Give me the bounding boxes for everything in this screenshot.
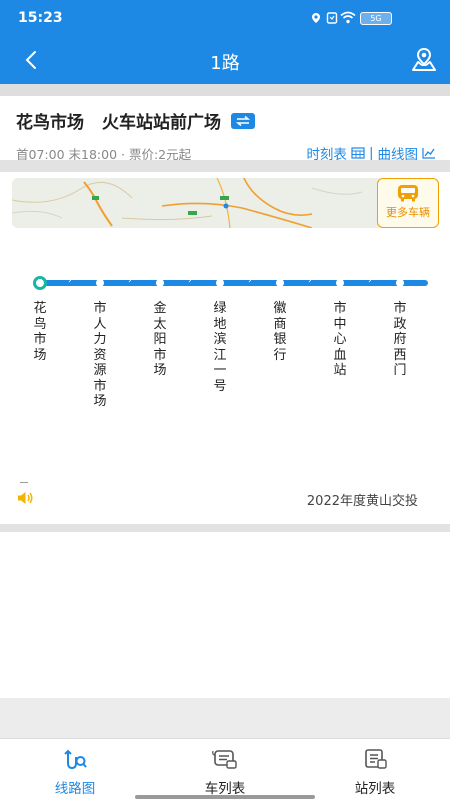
battery-icon: 5G xyxy=(360,12,392,25)
direction-chevron-icon: › xyxy=(248,276,252,286)
stop-name[interactable]: 绿地滨江一号 xyxy=(212,301,228,394)
more-vehicles-label: 更多车辆 xyxy=(386,206,430,219)
stop-name[interactable]: 市中心血站 xyxy=(332,301,348,379)
direction-chevron-icon: › xyxy=(128,276,132,286)
bottom-tab-bar: 线路图 车列表 站列表 xyxy=(0,738,450,800)
more-vehicles-button[interactable]: 更多车辆 xyxy=(377,178,439,228)
timetable-icon[interactable] xyxy=(351,147,365,159)
divider xyxy=(0,524,450,532)
route-endpoints: 花鸟市场 火车站站前广场 xyxy=(16,108,255,133)
direction-chevron-icon: › xyxy=(308,276,312,286)
route-to: 火车站站前广场 xyxy=(102,113,221,133)
stop-name[interactable]: 金太阳市场 xyxy=(152,301,168,379)
spacer xyxy=(0,698,450,738)
stop-marker[interactable] xyxy=(156,279,164,287)
status-bar: 15:23 5G xyxy=(0,0,450,36)
home-indicator xyxy=(135,795,315,799)
bus-list-icon xyxy=(212,750,237,769)
tab-station-list[interactable]: 站列表 xyxy=(300,747,450,797)
map-location-icon[interactable] xyxy=(410,46,438,74)
line-chart-icon[interactable] xyxy=(422,147,436,159)
stop-name[interactable]: 花鸟市场 xyxy=(32,301,48,363)
tab-label: 站列表 xyxy=(354,781,396,797)
stop-start-marker[interactable] xyxy=(33,276,47,290)
notice-text: 2022年度黄山交投 xyxy=(306,494,418,509)
wifi-icon xyxy=(340,11,356,24)
stop-marker[interactable] xyxy=(336,279,344,287)
divider xyxy=(0,84,450,96)
route-map-icon xyxy=(64,749,87,770)
direction-chevron-icon: › xyxy=(188,276,192,286)
stop-marker[interactable] xyxy=(96,279,104,287)
bus-icon xyxy=(398,185,418,202)
station-list-icon xyxy=(365,749,387,769)
divider xyxy=(0,160,450,172)
stop-name[interactable]: 市人力资源市场 xyxy=(92,301,108,410)
direction-chevron-icon: › xyxy=(368,276,372,286)
status-time: 15:23 xyxy=(18,10,63,26)
stop-marker[interactable] xyxy=(396,279,404,287)
mini-map[interactable] xyxy=(12,178,438,228)
route-info-panel: 花鸟市场 火车站站前广场 首07:00 末18:00 · 票价:2元起 时刻表 … xyxy=(0,96,450,163)
tab-bus-list[interactable]: 车列表 xyxy=(150,747,300,797)
tab-label: 线路图 xyxy=(54,781,96,797)
stop-name[interactable]: 市政府西门 xyxy=(392,301,408,379)
links-divider: | xyxy=(368,145,374,161)
sim-icon xyxy=(326,12,338,24)
stop-marker[interactable] xyxy=(276,279,284,287)
tab-route-map[interactable]: 线路图 xyxy=(0,747,150,797)
divider xyxy=(20,482,28,483)
direction-chevron-icon: › xyxy=(428,276,432,286)
content-area xyxy=(0,532,450,698)
stop-name[interactable]: 徽商银行 xyxy=(272,301,288,363)
stop-marker[interactable] xyxy=(216,279,224,287)
page-title: 1路 xyxy=(210,53,240,74)
swap-direction-icon[interactable] xyxy=(231,112,255,129)
location-icon xyxy=(312,13,320,23)
direction-chevron-icon: › xyxy=(68,276,72,286)
nav-bar: 1路 xyxy=(0,36,450,84)
route-map-panel: 更多车辆 › 花鸟市场 › 市人力资源市场 › 金太阳市场 › 绿地滨江一号 › 徽商银行 › 市中心… xyxy=(0,172,450,524)
speaker-icon[interactable] xyxy=(16,490,34,506)
route-from: 花鸟市场 xyxy=(16,113,84,133)
